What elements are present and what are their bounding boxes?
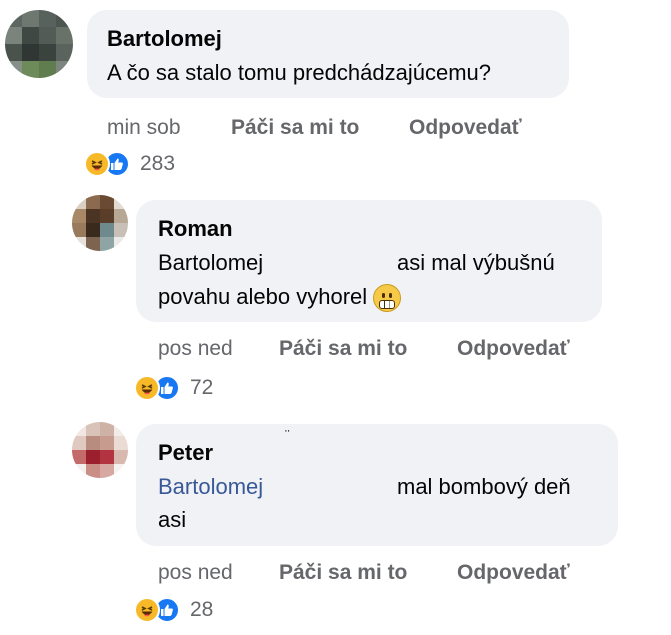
comment-time[interactable]: pos ned [158, 337, 233, 361]
comment-time[interactable]: pos ned [158, 561, 233, 585]
mention-link[interactable]: Bartolomej [158, 250, 263, 276]
reaction-count: 28 [190, 598, 214, 621]
comment-text: A čo sa stalo tomu predchádzajúcemu? [107, 60, 492, 85]
comment-text: mal bombový deň [397, 474, 571, 499]
comment-author[interactable]: Bartolomej [107, 26, 222, 52]
comment-text: asi mal výbušnú [397, 250, 555, 275]
comment-author[interactable]: Peter [158, 440, 213, 466]
reaction-count: 72 [190, 376, 214, 399]
reaction-count: 283 [140, 152, 176, 175]
like-button[interactable]: Páči sa mi to [279, 337, 407, 361]
haha-icon [134, 597, 160, 623]
reaction-summary[interactable]: 28 [134, 597, 213, 623]
reply-button[interactable]: Odpovedať [409, 116, 522, 140]
comment-time[interactable]: min sob [107, 116, 181, 140]
reply-button[interactable]: Odpovedať [457, 561, 570, 585]
like-button[interactable]: Páči sa mi to [231, 116, 359, 140]
reaction-summary[interactable]: 72 [134, 375, 213, 401]
avatar[interactable] [5, 10, 73, 78]
reaction-summary[interactable]: 283 [84, 151, 175, 177]
haha-icon [84, 151, 110, 177]
avatar[interactable] [72, 195, 128, 251]
avatar[interactable] [72, 422, 128, 478]
comment-text-line: povahu alebo vyhorel [158, 284, 368, 309]
like-button[interactable]: Páči sa mi to [279, 561, 407, 585]
comment-author[interactable]: Roman [158, 216, 233, 242]
comment-text: povahu alebo vyhorel [158, 284, 402, 313]
reply-button[interactable]: Odpovedať [457, 337, 570, 361]
grimacing-face-icon [373, 284, 402, 313]
diacritic-mark: ¨ [285, 427, 290, 443]
haha-icon [134, 375, 160, 401]
comment-text: asi [158, 507, 187, 532]
mention-link[interactable]: Bartolomej [158, 474, 263, 500]
